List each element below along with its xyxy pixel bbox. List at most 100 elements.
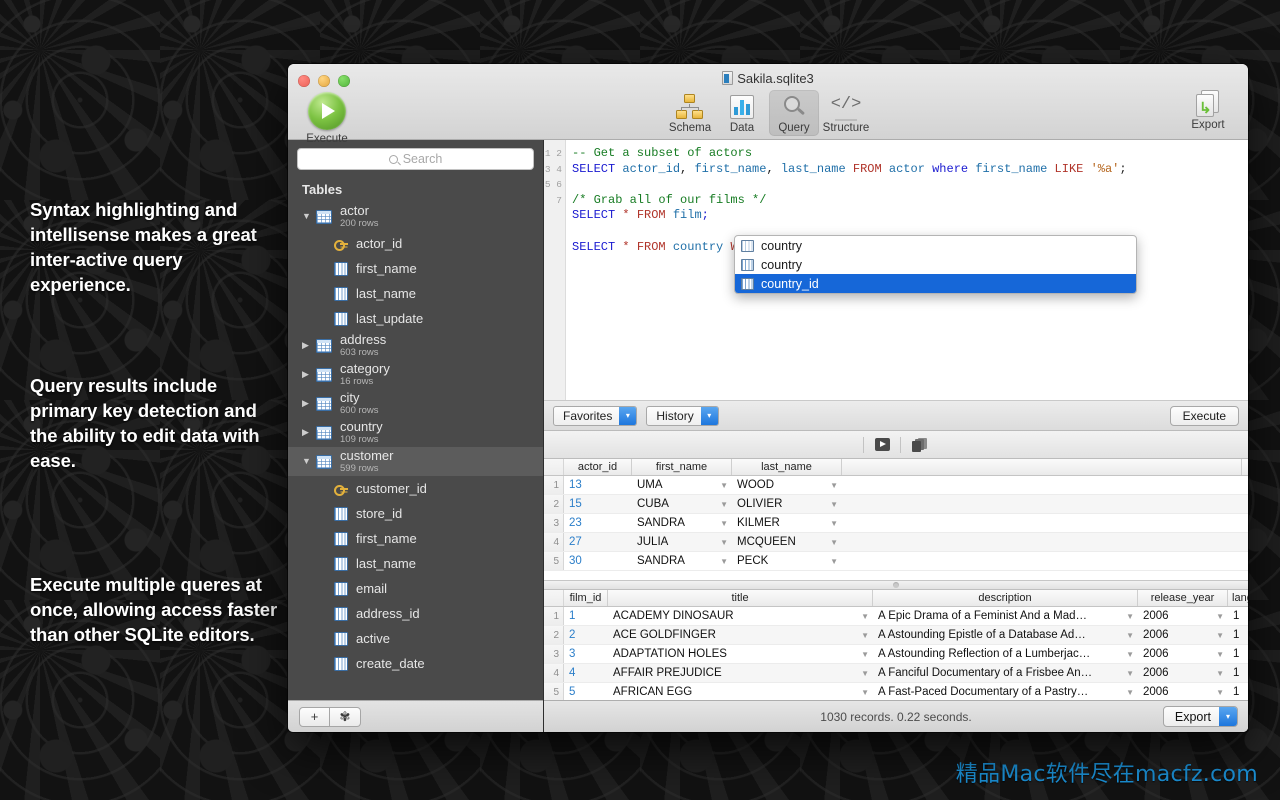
table-cell[interactable] xyxy=(842,552,1242,570)
tree-column-active[interactable]: active xyxy=(288,626,543,651)
tab-structure[interactable]: </> Structure xyxy=(821,90,871,136)
cell-dropdown-icon[interactable]: ▼ xyxy=(1126,650,1134,659)
cell-dropdown-icon[interactable]: ▼ xyxy=(1126,669,1134,678)
cell-dropdown-icon[interactable]: ▼ xyxy=(720,500,728,509)
result-table-actors[interactable]: actor_id first_name last_name 1 13 UMA ▼ WOOD ▼ 2… xyxy=(544,459,1248,581)
chevron-right-icon[interactable] xyxy=(302,370,316,379)
tree-table-city[interactable]: city600 rows xyxy=(288,389,543,418)
tree-column-last_update[interactable]: last_update xyxy=(288,306,543,331)
table-cell[interactable]: A Fanciful Documentary of a Frisbee An… ▼ xyxy=(873,664,1138,682)
sql-editor[interactable]: 1 2 3 4 5 6 7 -- Get a subset of actors S… xyxy=(544,140,1248,401)
history-dropdown[interactable]: History ▾ xyxy=(646,405,719,426)
table-cell[interactable] xyxy=(842,476,1242,494)
table-cell[interactable]: PECK ▼ xyxy=(732,552,842,570)
autocomplete-popup[interactable]: country country country_id xyxy=(734,235,1137,294)
table-row[interactable]: 5 30 SANDRA ▼ PECK ▼ xyxy=(544,552,1248,571)
autocomplete-item[interactable]: country xyxy=(735,255,1136,274)
table-row[interactable]: 4 27 JULIA ▼ MCQUEEN ▼ xyxy=(544,533,1248,552)
tree-column-actor_id[interactable]: actor_id xyxy=(288,231,543,256)
column-header-actor_id[interactable]: actor_id xyxy=(564,459,632,475)
table-cell[interactable]: A Astounding Epistle of a Database Ad… ▼ xyxy=(873,626,1138,644)
table-cell[interactable]: 2006 ▼ xyxy=(1138,645,1228,663)
table-cell[interactable]: 3 xyxy=(564,645,608,663)
autocomplete-item[interactable]: country_id xyxy=(735,274,1136,293)
table-cell[interactable]: UMA ▼ xyxy=(632,476,732,494)
table-cell[interactable]: 2006 ▼ xyxy=(1138,683,1228,700)
chevron-down-icon[interactable] xyxy=(302,457,316,466)
tree-column-email[interactable]: email xyxy=(288,576,543,601)
table-cell[interactable]: 4 xyxy=(564,664,608,682)
table-cell[interactable]: ADAPTATION HOLES ▼ xyxy=(608,645,873,663)
cell-dropdown-icon[interactable]: ▼ xyxy=(861,669,869,678)
run-selection-icon[interactable] xyxy=(872,436,892,454)
table-cell[interactable]: 1 xyxy=(1228,607,1248,625)
table-row[interactable]: 1 1 ACADEMY DINOSAUR ▼ A Epic Drama of a Fem… xyxy=(544,607,1248,626)
table-cell[interactable]: A Astounding Reflection of a Lumberjac… ▼ xyxy=(873,645,1138,663)
tab-schema[interactable]: Schema xyxy=(665,90,715,136)
settings-gear-icon[interactable]: ✾ xyxy=(330,706,361,727)
table-cell[interactable]: SANDRA ▼ xyxy=(632,514,732,532)
table-cell[interactable]: 15 xyxy=(564,495,632,513)
cell-dropdown-icon[interactable]: ▼ xyxy=(720,519,728,528)
table-row[interactable]: 1 13 UMA ▼ WOOD ▼ xyxy=(544,476,1248,495)
chevron-right-icon[interactable] xyxy=(302,399,316,408)
table-cell[interactable]: MCQUEEN ▼ xyxy=(732,533,842,551)
table-cell[interactable]: SANDRA ▼ xyxy=(632,552,732,570)
cell-dropdown-icon[interactable]: ▼ xyxy=(1216,631,1224,640)
add-table-button[interactable]: + xyxy=(299,706,330,727)
export-button[interactable]: Export ▾ xyxy=(1162,706,1238,727)
autocomplete-item[interactable]: country xyxy=(735,236,1136,255)
tree-table-country[interactable]: country109 rows xyxy=(288,418,543,447)
cell-dropdown-icon[interactable]: ▼ xyxy=(861,688,869,697)
results-splitter[interactable] xyxy=(544,581,1248,590)
cell-dropdown-icon[interactable]: ▼ xyxy=(1126,612,1134,621)
cell-dropdown-icon[interactable]: ▼ xyxy=(830,519,838,528)
table-cell[interactable]: 2006 ▼ xyxy=(1138,607,1228,625)
table-cell[interactable]: ACE GOLDFINGER ▼ xyxy=(608,626,873,644)
stacked-pages-icon[interactable] xyxy=(909,436,929,454)
table-cell[interactable]: CUBA ▼ xyxy=(632,495,732,513)
chevron-down-icon[interactable] xyxy=(302,212,316,221)
tab-query[interactable]: Query xyxy=(769,90,819,136)
table-cell[interactable]: JULIA ▼ xyxy=(632,533,732,551)
cell-dropdown-icon[interactable]: ▼ xyxy=(830,500,838,509)
table-cell[interactable]: 1 xyxy=(564,607,608,625)
tree-table-address[interactable]: address603 rows xyxy=(288,331,543,360)
tree-table-category[interactable]: category16 rows xyxy=(288,360,543,389)
table-row[interactable]: 2 15 CUBA ▼ OLIVIER ▼ xyxy=(544,495,1248,514)
cell-dropdown-icon[interactable]: ▼ xyxy=(720,538,728,547)
table-cell[interactable]: 1 xyxy=(1228,626,1248,644)
column-header-title[interactable]: title xyxy=(608,590,873,606)
cell-dropdown-icon[interactable]: ▼ xyxy=(1126,688,1134,697)
tree-table-actor[interactable]: actor200 rows xyxy=(288,202,543,231)
cell-dropdown-icon[interactable]: ▼ xyxy=(830,481,838,490)
tab-data[interactable]: Data xyxy=(717,90,767,136)
table-row[interactable]: 3 3 ADAPTATION HOLES ▼ A Astounding Reflecti… xyxy=(544,645,1248,664)
cell-dropdown-icon[interactable]: ▼ xyxy=(1216,650,1224,659)
search-input[interactable]: Search xyxy=(297,148,534,170)
tree-column-last_name[interactable]: last_name xyxy=(288,281,543,306)
table-cell[interactable]: OLIVIER ▼ xyxy=(732,495,842,513)
table-cell[interactable]: 2006 ▼ xyxy=(1138,626,1228,644)
tree-table-customer[interactable]: customer599 rows xyxy=(288,447,543,476)
table-cell[interactable]: A Epic Drama of a Feminist And a Mad… ▼ xyxy=(873,607,1138,625)
cell-dropdown-icon[interactable]: ▼ xyxy=(861,650,869,659)
table-row[interactable]: 2 2 ACE GOLDFINGER ▼ A Astounding Epistle of… xyxy=(544,626,1248,645)
cell-dropdown-icon[interactable]: ▼ xyxy=(861,612,869,621)
tree-column-address_id[interactable]: address_id xyxy=(288,601,543,626)
table-cell[interactable]: 5 xyxy=(564,683,608,700)
column-header-description[interactable]: description xyxy=(873,590,1138,606)
table-cell[interactable] xyxy=(842,514,1242,532)
table-cell[interactable]: 1 xyxy=(1228,645,1248,663)
tree-column-create_date[interactable]: create_date xyxy=(288,651,543,676)
tree-column-first_name[interactable]: first_name xyxy=(288,526,543,551)
table-row[interactable]: 5 5 AFRICAN EGG ▼ A Fast-Paced Documentary o… xyxy=(544,683,1248,700)
table-row[interactable]: 4 4 AFFAIR PREJUDICE ▼ A Fanciful Documentar… xyxy=(544,664,1248,683)
cell-dropdown-icon[interactable]: ▼ xyxy=(1216,612,1224,621)
cell-dropdown-icon[interactable]: ▼ xyxy=(1216,688,1224,697)
chevron-right-icon[interactable] xyxy=(302,341,316,350)
cell-dropdown-icon[interactable]: ▼ xyxy=(1216,669,1224,678)
column-header-release_year[interactable]: release_year xyxy=(1138,590,1228,606)
cell-dropdown-icon[interactable]: ▼ xyxy=(1126,631,1134,640)
table-cell[interactable]: 13 xyxy=(564,476,632,494)
